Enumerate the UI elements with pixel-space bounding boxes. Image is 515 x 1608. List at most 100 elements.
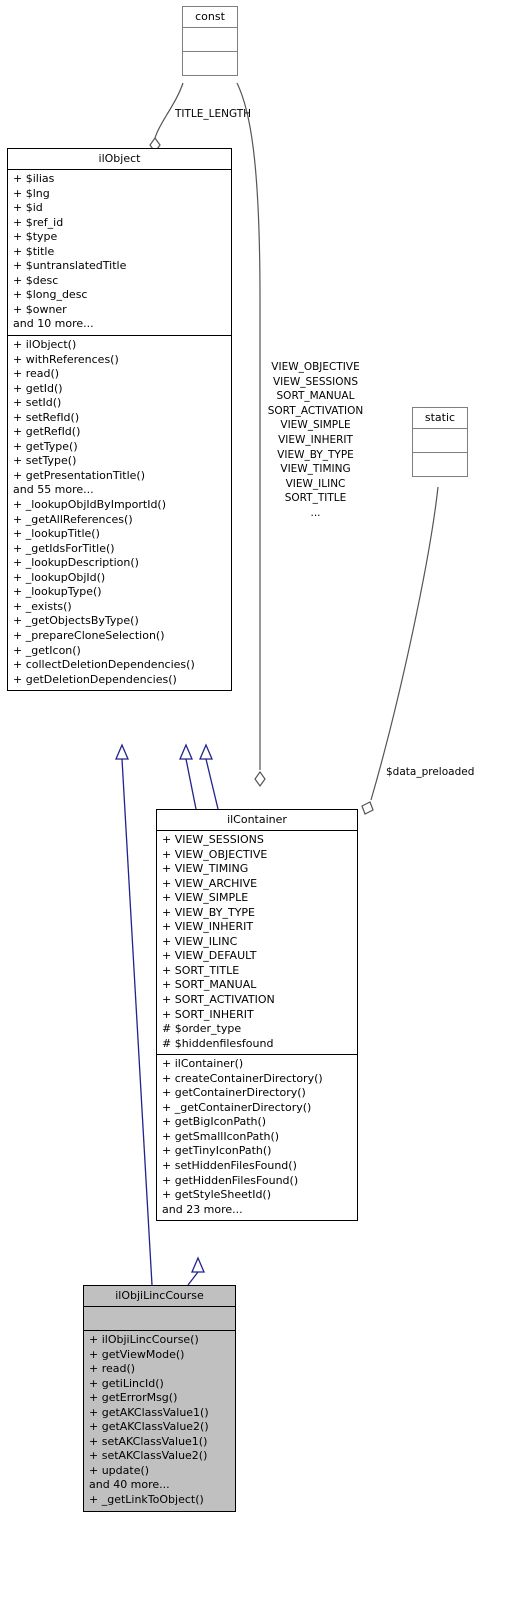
class-member-row: + getDeletionDependencies()	[13, 672, 177, 686]
class-operations-ilcontainer: + ilContainer() + createContainerDirecto…	[157, 1055, 357, 1220]
class-member-row: + VIEW_INHERIT	[162, 920, 254, 934]
class-member-row: + $desc	[13, 273, 59, 287]
uml-class-diagram: const TITLE_LENGTH static $data_preloade…	[0, 0, 515, 1608]
class-member-row: + VIEW_ILINC	[162, 934, 238, 948]
edge-label-line: VIEW_OBJECTIVE	[271, 361, 360, 373]
class-member-row: + setType()	[13, 454, 77, 468]
class-member-row: + ilObjiLincCourse()	[89, 1333, 199, 1346]
class-member-row: + getId()	[13, 381, 63, 395]
class-member-row: + setId()	[13, 396, 62, 410]
class-operations-static	[413, 453, 467, 476]
class-attributes-ilcontainer: + VIEW_SESSIONS + VIEW_OBJECTIVE + VIEW_…	[157, 831, 357, 1054]
class-member-row: + $ilias	[13, 172, 55, 185]
class-member-row: + $id	[13, 201, 43, 215]
aggregation-diamond-static-ilcontainer	[361, 801, 374, 815]
class-member-row: + SORT_INHERIT	[162, 1007, 254, 1021]
class-member-row: + setHiddenFilesFound()	[162, 1159, 297, 1173]
class-member-row: + $ref_id	[13, 215, 64, 229]
class-member-row: + ilObject()	[13, 338, 77, 352]
class-member-row: + $long_desc	[13, 288, 88, 302]
class-member-row-more: and 40 more...	[89, 1478, 170, 1492]
class-member-row: + VIEW_DEFAULT	[162, 949, 257, 963]
edge-label-line: VIEW_SIMPLE	[280, 419, 351, 432]
edge-label-line: VIEW_SESSIONS	[272, 375, 359, 388]
class-member-row: + getAKClassValue2()	[89, 1420, 209, 1434]
class-member-row: + collectDeletionDependencies()	[13, 658, 195, 672]
class-box-ilobject[interactable]: ilObject + $ilias + $lng + $id + $ref_id…	[7, 148, 232, 692]
class-operations-ilobject: + ilObject() + withReferences() + read()…	[8, 336, 231, 690]
class-member-row: + $lng	[13, 186, 50, 200]
class-member-row: + _getIcon()	[13, 643, 81, 657]
class-member-row: + VIEW_TIMING	[162, 862, 249, 876]
class-member-row: + _lookupType()	[13, 585, 102, 599]
class-member-row: + setAKClassValue2()	[89, 1449, 208, 1463]
class-member-row: + getContainerDirectory()	[162, 1086, 306, 1100]
class-member-row: + getHiddenFilesFound()	[162, 1173, 299, 1187]
class-member-row-more: and 10 more...	[13, 317, 94, 331]
edge-static-to-ilcontainer	[370, 486, 439, 801]
class-member-row: + read()	[89, 1362, 136, 1376]
class-member-row: + getPresentationTitle()	[13, 468, 146, 482]
class-attributes-static	[413, 429, 467, 452]
class-box-ilobjilinccourse[interactable]: ilObjiLincCourse + ilObjiLincCourse() + …	[83, 1285, 236, 1512]
class-member-row: + ilContainer()	[162, 1057, 244, 1071]
class-title-const: const	[195, 10, 225, 23]
edge-label-line: SORT_TITLE	[284, 492, 347, 505]
edge-ilcontainer-to-ilobject	[185, 758, 197, 810]
class-operations-const	[183, 52, 237, 75]
class-attributes-ilobject: + $ilias + $lng + $id + $ref_id + $type …	[8, 170, 231, 335]
edge-label-title-length: TITLE_LENGTH	[174, 108, 252, 120]
edge-label-line: VIEW_INHERIT	[278, 433, 353, 446]
class-member-row: + getSmallIconPath()	[162, 1129, 280, 1143]
class-member-row: + update()	[89, 1463, 150, 1477]
class-member-row: + _prepareCloneSelection()	[13, 628, 165, 642]
class-attributes-ilobjilinccourse	[84, 1307, 235, 1330]
class-member-row: + setAKClassValue1()	[89, 1434, 208, 1448]
edge-const-to-ilcontainer	[236, 82, 261, 770]
class-member-row: + getRefId()	[13, 425, 81, 439]
class-box-static[interactable]: static	[412, 407, 468, 477]
class-member-row: + withReferences()	[13, 352, 119, 366]
class-member-row: + _lookupDescription()	[13, 556, 139, 570]
class-title-ilobject: ilObject	[98, 152, 141, 165]
class-member-row-more: and 23 more...	[162, 1202, 243, 1216]
class-box-const[interactable]: const	[182, 6, 238, 76]
class-member-row: + _getObjectsByType()	[13, 614, 139, 628]
inheritance-arrow-ilcontainer-2	[199, 743, 213, 760]
edge-label-line: VIEW_BY_TYPE	[277, 448, 354, 461]
class-member-row: + SORT_TITLE	[162, 963, 240, 977]
edge-ilobjilinccourse-to-ilobject	[121, 758, 153, 1286]
class-member-row: + $title	[13, 244, 55, 258]
class-title-static: static	[424, 411, 456, 424]
class-member-row: + _getIdsForTitle()	[13, 541, 115, 555]
class-member-row: + VIEW_BY_TYPE	[162, 905, 255, 919]
class-member-row: + VIEW_SESSIONS	[162, 833, 264, 846]
class-member-row: + _getAllReferences()	[13, 512, 133, 526]
class-member-row: + _lookupObjId()	[13, 570, 106, 584]
class-member-row: + VIEW_OBJECTIVE	[162, 847, 268, 861]
edge-ilobjilinccourse-to-ilcontainer	[187, 1271, 199, 1286]
edge-label-line: VIEW_ILINC	[285, 477, 346, 490]
class-member-row: + getStyleSheetId()	[162, 1188, 272, 1202]
aggregation-diamond-ilcontainer	[254, 770, 266, 788]
class-member-row: + getAKClassValue1()	[89, 1405, 209, 1419]
class-member-row: + $untranslatedTitle	[13, 259, 127, 273]
class-member-row: + getBigIconPath()	[162, 1115, 267, 1129]
class-member-row: + createContainerDirectory()	[162, 1071, 323, 1085]
class-member-row: + $type	[13, 230, 58, 244]
class-operations-ilobjilinccourse: + ilObjiLincCourse() + getViewMode() + r…	[84, 1331, 235, 1511]
class-member-row: + getViewMode()	[89, 1347, 185, 1361]
class-member-row: + _lookupObjIdByImportId()	[13, 498, 167, 512]
class-member-row-more: and 55 more...	[13, 483, 94, 497]
class-member-row: + VIEW_ARCHIVE	[162, 876, 258, 890]
class-member-row: + read()	[13, 367, 60, 381]
edge-label-line: SORT_ACTIVATION	[267, 404, 364, 417]
edge-ilcontainer-to-ilobject-2	[205, 758, 219, 810]
inheritance-arrow-ilcontainer	[179, 743, 193, 760]
class-member-row: + setRefId()	[13, 410, 80, 424]
class-member-row: + SORT_MANUAL	[162, 978, 257, 992]
class-member-row: + _getLinkToObject()	[89, 1493, 204, 1507]
class-member-row: + getTinyIconPath()	[162, 1144, 272, 1158]
class-box-ilcontainer[interactable]: ilContainer + VIEW_SESSIONS + VIEW_OBJEC…	[156, 809, 358, 1222]
class-member-row: + _getContainerDirectory()	[162, 1100, 312, 1114]
